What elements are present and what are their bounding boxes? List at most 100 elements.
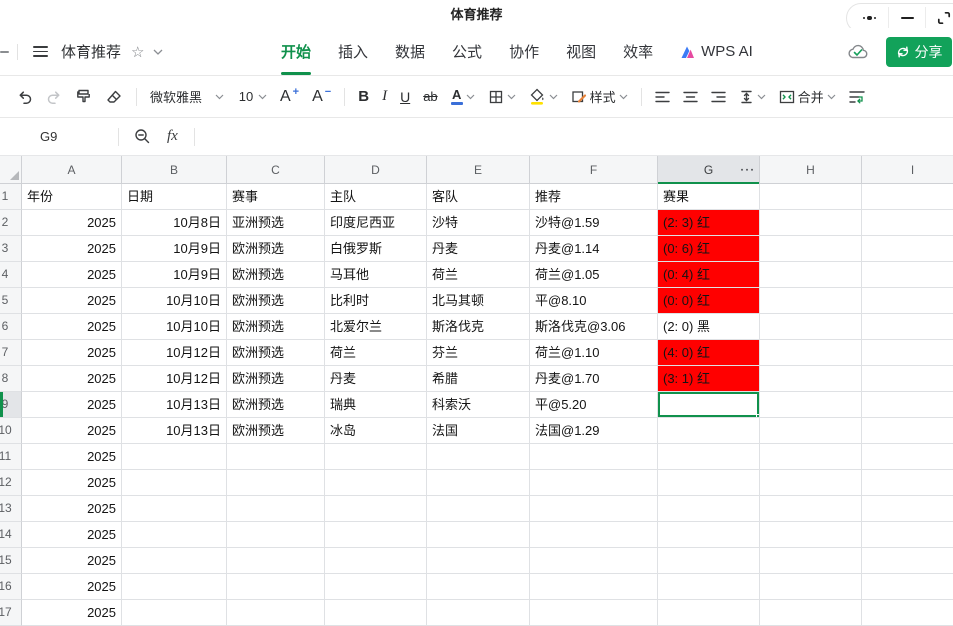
cell-D10[interactable]: 冰岛 xyxy=(325,418,427,444)
name-box[interactable]: G9 xyxy=(0,129,118,144)
cell-F1[interactable]: 推荐 xyxy=(530,184,658,210)
cell-A8[interactable]: 2025 xyxy=(22,366,122,392)
column-header-E[interactable]: E xyxy=(427,156,530,184)
cell-D13[interactable] xyxy=(325,496,427,522)
cell-style-button[interactable]: 样式 xyxy=(571,87,628,106)
cell-H13[interactable] xyxy=(760,496,862,522)
tab-data[interactable]: 数据 xyxy=(395,28,425,75)
font-color-button[interactable]: A xyxy=(451,88,475,106)
cell-H11[interactable] xyxy=(760,444,862,470)
cell-I17[interactable] xyxy=(862,600,953,626)
cell-C6[interactable]: 欧洲预选 xyxy=(227,314,325,340)
cell-B10[interactable]: 10月13日 xyxy=(122,418,227,444)
cell-C3[interactable]: 欧洲预选 xyxy=(227,236,325,262)
cell-H17[interactable] xyxy=(760,600,862,626)
borders-button[interactable] xyxy=(488,89,516,105)
row-header-17[interactable]: 17 xyxy=(0,600,22,626)
cell-B16[interactable] xyxy=(122,574,227,600)
cell-D14[interactable] xyxy=(325,522,427,548)
row-header-12[interactable]: 12 xyxy=(0,470,22,496)
font-name-select[interactable]: 微软雅黑 xyxy=(150,87,224,106)
cell-C17[interactable] xyxy=(227,600,325,626)
cell-F9[interactable]: 平@5.20 xyxy=(530,392,658,418)
cell-A3[interactable]: 2025 xyxy=(22,236,122,262)
cell-F5[interactable]: 平@8.10 xyxy=(530,288,658,314)
cell-G1[interactable]: 赛果 xyxy=(658,184,760,210)
cell-C4[interactable]: 欧洲预选 xyxy=(227,262,325,288)
cell-C11[interactable] xyxy=(227,444,325,470)
cell-H16[interactable] xyxy=(760,574,862,600)
cell-G17[interactable] xyxy=(658,600,760,626)
cell-E17[interactable] xyxy=(427,600,530,626)
cell-G3[interactable]: (0: 6) 红 xyxy=(658,236,760,262)
cell-B2[interactable]: 10月8日 xyxy=(122,210,227,236)
cell-A11[interactable]: 2025 xyxy=(22,444,122,470)
increase-font-button[interactable]: A+ xyxy=(280,88,299,106)
cell-A5[interactable]: 2025 xyxy=(22,288,122,314)
cell-D9[interactable]: 瑞典 xyxy=(325,392,427,418)
cell-E11[interactable] xyxy=(427,444,530,470)
back-icon[interactable] xyxy=(0,51,9,53)
cell-B1[interactable]: 日期 xyxy=(122,184,227,210)
row-header-7[interactable]: 7 xyxy=(0,340,22,366)
row-header-6[interactable]: 6 xyxy=(0,314,22,340)
cell-C2[interactable]: 亚洲预选 xyxy=(227,210,325,236)
cell-A13[interactable]: 2025 xyxy=(22,496,122,522)
cell-G16[interactable] xyxy=(658,574,760,600)
cell-B6[interactable]: 10月10日 xyxy=(122,314,227,340)
undo-button[interactable] xyxy=(17,89,33,105)
cell-D5[interactable]: 比利时 xyxy=(325,288,427,314)
cell-B11[interactable] xyxy=(122,444,227,470)
cell-B14[interactable] xyxy=(122,522,227,548)
restore-button[interactable] xyxy=(925,7,953,29)
merge-cells-button[interactable]: 合并 xyxy=(779,87,836,106)
cell-A17[interactable]: 2025 xyxy=(22,600,122,626)
column-header-I[interactable]: I xyxy=(862,156,953,184)
cell-D2[interactable]: 印度尼西亚 xyxy=(325,210,427,236)
cell-G2[interactable]: (2: 3) 红 xyxy=(658,210,760,236)
cell-B17[interactable] xyxy=(122,600,227,626)
cell-C13[interactable] xyxy=(227,496,325,522)
cell-G15[interactable] xyxy=(658,548,760,574)
fill-handle[interactable] xyxy=(756,414,760,418)
cell-G6[interactable]: (2: 0) 黑 xyxy=(658,314,760,340)
cell-G4[interactable]: (0: 4) 红 xyxy=(658,262,760,288)
tab-insert[interactable]: 插入 xyxy=(338,28,368,75)
cell-C12[interactable] xyxy=(227,470,325,496)
cell-H12[interactable] xyxy=(760,470,862,496)
cell-G10[interactable] xyxy=(658,418,760,444)
cell-F12[interactable] xyxy=(530,470,658,496)
font-size-select[interactable]: 10 xyxy=(237,89,267,104)
star-icon[interactable]: ☆ xyxy=(131,43,144,61)
cell-I8[interactable] xyxy=(862,366,953,392)
cell-F6[interactable]: 斯洛伐克@3.06 xyxy=(530,314,658,340)
row-header-14[interactable]: 14 xyxy=(0,522,22,548)
decrease-font-button[interactable]: A− xyxy=(312,88,331,106)
cell-E14[interactable] xyxy=(427,522,530,548)
cell-C15[interactable] xyxy=(227,548,325,574)
redo-button[interactable] xyxy=(46,89,62,105)
tab-home[interactable]: 开始 xyxy=(281,28,311,75)
cell-E8[interactable]: 希腊 xyxy=(427,366,530,392)
cell-F8[interactable]: 丹麦@1.70 xyxy=(530,366,658,392)
column-header-H[interactable]: H xyxy=(760,156,862,184)
row-header-16[interactable]: 16 xyxy=(0,574,22,600)
cell-A14[interactable]: 2025 xyxy=(22,522,122,548)
cell-I11[interactable] xyxy=(862,444,953,470)
cell-G12[interactable] xyxy=(658,470,760,496)
cell-I12[interactable] xyxy=(862,470,953,496)
cell-A15[interactable]: 2025 xyxy=(22,548,122,574)
search-icon[interactable] xyxy=(134,128,151,145)
vertical-align-button[interactable] xyxy=(739,90,766,104)
cell-A4[interactable]: 2025 xyxy=(22,262,122,288)
cell-H6[interactable] xyxy=(760,314,862,340)
cell-A2[interactable]: 2025 xyxy=(22,210,122,236)
row-header-4[interactable]: 4 xyxy=(0,262,22,288)
cell-H8[interactable] xyxy=(760,366,862,392)
cell-D17[interactable] xyxy=(325,600,427,626)
cell-I15[interactable] xyxy=(862,548,953,574)
cell-H14[interactable] xyxy=(760,522,862,548)
select-all-corner[interactable] xyxy=(0,156,22,184)
cell-D12[interactable] xyxy=(325,470,427,496)
cell-D11[interactable] xyxy=(325,444,427,470)
